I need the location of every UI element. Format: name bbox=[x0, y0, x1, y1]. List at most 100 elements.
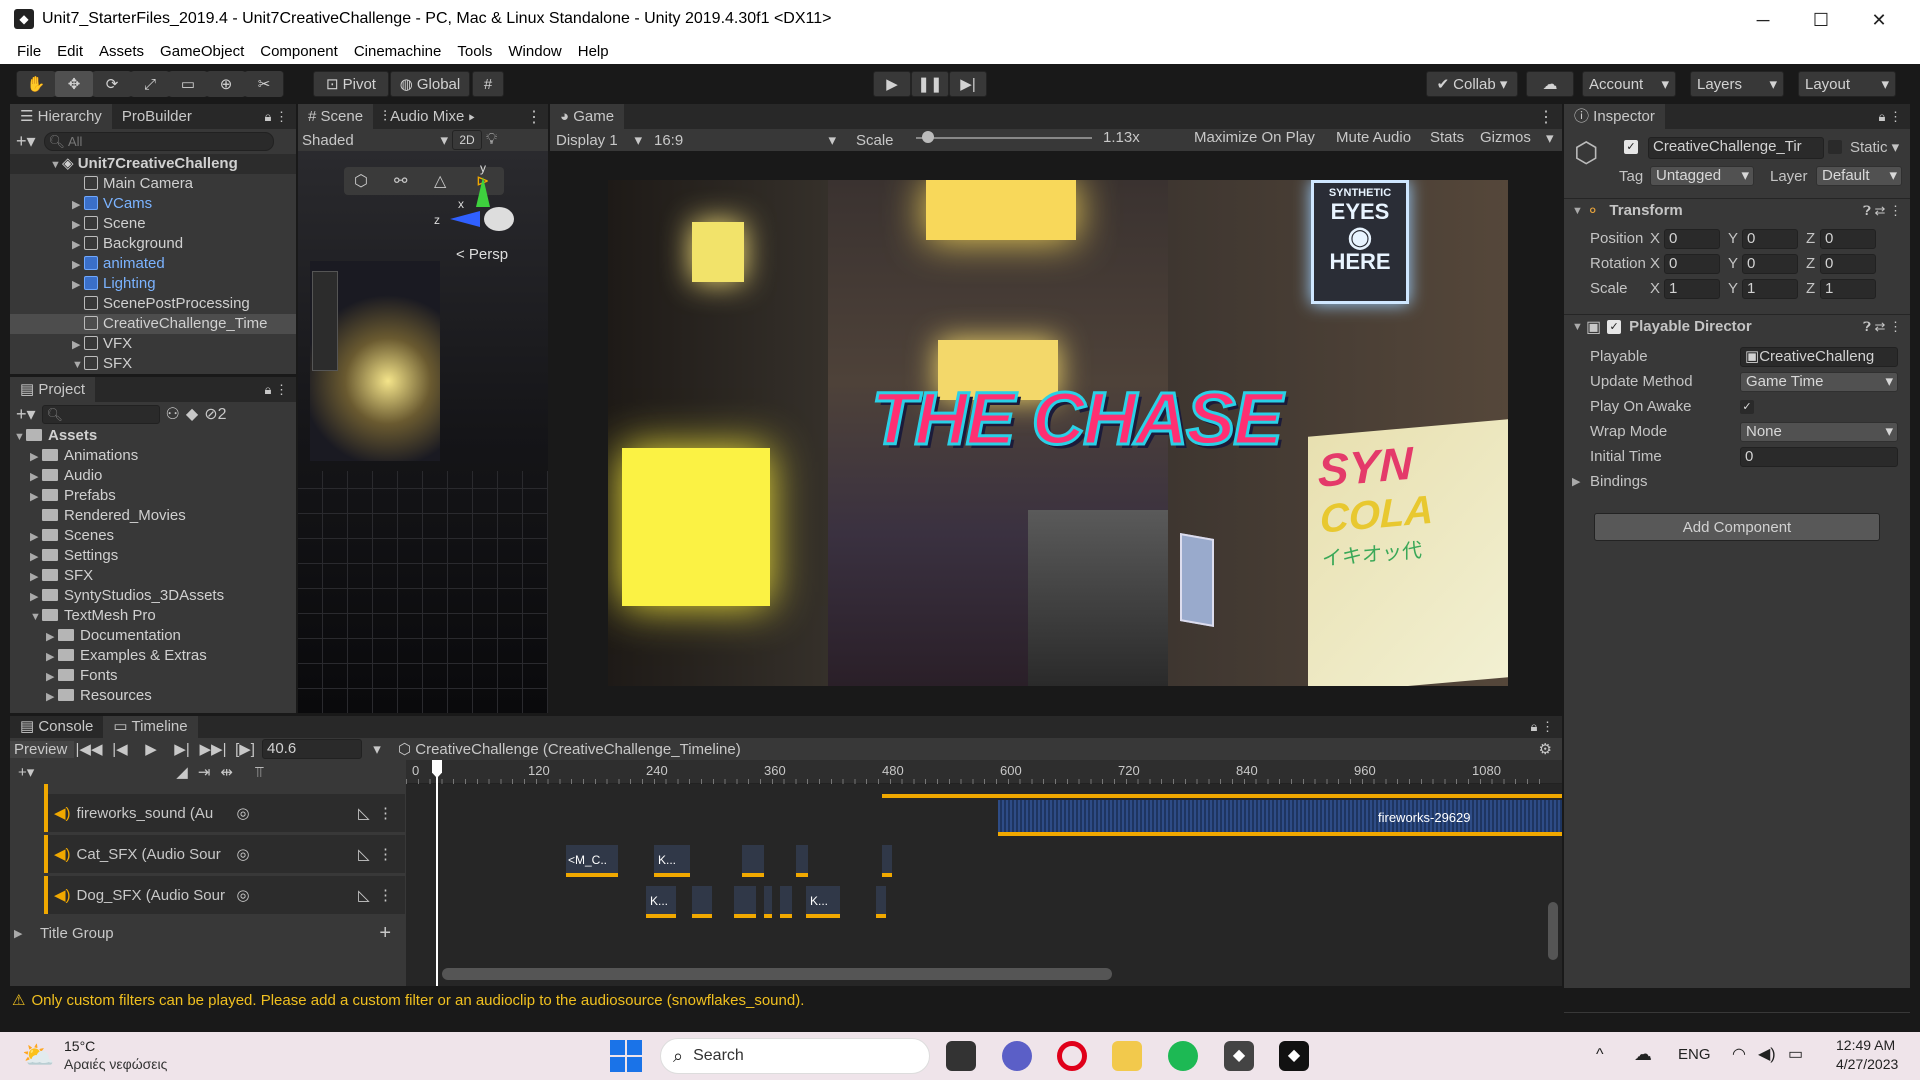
track-menu-icon[interactable]: ◺ ⋮ bbox=[358, 845, 393, 863]
rotation-y-field[interactable]: 0 bbox=[1742, 253, 1798, 274]
hierarchy-item[interactable]: ScenePostProcessing bbox=[10, 294, 296, 314]
hierarchy-item[interactable]: ▶ VCams bbox=[10, 194, 296, 214]
preview-toggle[interactable]: Preview bbox=[10, 740, 74, 758]
prev-frame-icon[interactable]: |◀ bbox=[104, 740, 136, 758]
custom-tool-icon[interactable]: ✂ bbox=[245, 71, 283, 97]
scale-y-field[interactable]: 1 bbox=[1742, 278, 1798, 299]
lock-icon[interactable]: 🔒︎ ⋮ bbox=[264, 109, 288, 125]
path-tool-icon[interactable]: ⚯ bbox=[394, 171, 407, 191]
edit-tool-icon[interactable]: △ bbox=[434, 171, 446, 191]
gizmos-dropdown[interactable]: Gizmos bbox=[1480, 129, 1531, 146]
scene-root[interactable]: ▼◈ Unit7CreativeChalleng bbox=[10, 154, 296, 174]
tab-project[interactable]: ▤ Project bbox=[10, 377, 96, 402]
weather-temp[interactable]: 15°C bbox=[64, 1038, 95, 1054]
edit-mode-icon[interactable]: ⇥ bbox=[198, 763, 211, 781]
stats-toggle[interactable]: Stats bbox=[1430, 129, 1464, 146]
hierarchy-item[interactable]: Main Camera bbox=[10, 174, 296, 194]
volume-icon[interactable]: ◀) bbox=[1758, 1044, 1776, 1064]
add-icon[interactable]: +▾ bbox=[16, 131, 36, 152]
clock-date[interactable]: 4/27/2023 bbox=[1836, 1056, 1898, 1072]
aspect-dropdown[interactable]: 16:9 ▾ bbox=[648, 131, 842, 150]
account-dropdown[interactable]: Account ▾ bbox=[1582, 71, 1676, 97]
cloud-icon[interactable]: ☁ bbox=[1526, 71, 1574, 97]
timeline-settings-icon[interactable]: ⚙ bbox=[1539, 740, 1552, 758]
menu-file[interactable]: File bbox=[9, 40, 49, 64]
static-checkbox[interactable] bbox=[1828, 140, 1842, 154]
hierarchy-item-selected[interactable]: CreativeChallenge_Time bbox=[10, 314, 296, 334]
taskbar-search[interactable]: ⌕ Search bbox=[660, 1038, 930, 1074]
hierarchy-search-input[interactable]: 🔍︎ All bbox=[43, 131, 274, 151]
gizmos-arrow-icon[interactable]: ▾ bbox=[1546, 129, 1554, 147]
scale-x-field[interactable]: 1 bbox=[1664, 278, 1720, 299]
layout-dropdown[interactable]: Layout ▾ bbox=[1798, 71, 1896, 97]
layer-dropdown[interactable]: Default ▾ bbox=[1816, 166, 1902, 186]
title-group-row[interactable]: ▶ Title Group + bbox=[10, 914, 405, 952]
display-dropdown[interactable]: Display 1 ▾ bbox=[550, 131, 648, 150]
menu-icon[interactable]: ⋮ bbox=[1538, 107, 1554, 127]
move-tool-icon[interactable]: ✥ bbox=[55, 71, 93, 97]
audio-clip-dog[interactable] bbox=[764, 886, 772, 918]
wrap-mode-dropdown[interactable]: None ▾ bbox=[1740, 421, 1898, 442]
position-x-field[interactable]: 0 bbox=[1664, 228, 1720, 249]
audio-clip-dog[interactable]: K... bbox=[646, 886, 676, 918]
toggle-2d-button[interactable]: 2D bbox=[452, 130, 482, 150]
tag-dropdown[interactable]: Untagged ▾ bbox=[1650, 166, 1754, 186]
rect-tool-icon[interactable]: ▭ bbox=[169, 71, 207, 97]
lock-icon[interactable]: 🔒︎ ⋮ bbox=[1878, 109, 1902, 125]
menu-component[interactable]: Component bbox=[252, 40, 346, 64]
scale-tool-icon[interactable]: ⤢ bbox=[131, 71, 169, 97]
add-track-icon[interactable]: +▾ bbox=[18, 763, 34, 781]
folder-item[interactable]: ▶ SyntyStudios_3DAssets bbox=[10, 586, 296, 606]
snap-icon[interactable]: ⫪ bbox=[255, 764, 263, 781]
initial-time-field[interactable]: 0 bbox=[1740, 446, 1898, 467]
playable-director-header[interactable]: ▼ ▣ ✓ Playable Director ❓︎ ⇄ ⋮ bbox=[1564, 314, 1910, 338]
target-icon[interactable]: ◎ bbox=[237, 804, 250, 822]
tab-console[interactable]: ▤ Console bbox=[10, 716, 103, 738]
tab-audio-mixer[interactable]: ⫶ Audio Mixe ▸ bbox=[373, 104, 485, 129]
play-on-awake-checkbox[interactable]: ✓ bbox=[1740, 399, 1754, 414]
position-y-field[interactable]: 0 bbox=[1742, 228, 1798, 249]
tab-inspector[interactable]: ⓘ Inspector bbox=[1564, 104, 1665, 129]
lock-icon[interactable]: 🔒︎ ⋮ bbox=[264, 382, 288, 398]
time-dropdown-icon[interactable]: ▾ bbox=[362, 740, 392, 758]
folder-item[interactable]: ▶ Settings bbox=[10, 546, 296, 566]
task-view-icon[interactable] bbox=[946, 1041, 976, 1071]
timeline-time-field[interactable]: 40.6 bbox=[262, 739, 362, 759]
folder-assets[interactable]: ▼ Assets bbox=[10, 426, 296, 446]
audio-clip-dog[interactable] bbox=[734, 886, 756, 918]
folder-item[interactable]: ▶ Animations bbox=[10, 446, 296, 466]
windows-start-icon[interactable] bbox=[610, 1040, 642, 1072]
tab-hierarchy[interactable]: ☰ Hierarchy bbox=[10, 104, 112, 129]
maximize-button[interactable]: ☐ bbox=[1792, 0, 1850, 40]
component-help-icon[interactable]: ❓︎ ⇄ ⋮ bbox=[1863, 203, 1902, 219]
add-component-button[interactable]: Add Component bbox=[1594, 513, 1880, 541]
folder-item[interactable]: ▼ TextMesh Pro bbox=[10, 606, 296, 626]
ripple-icon[interactable]: ⇹ bbox=[220, 763, 233, 781]
scale-z-field[interactable]: 1 bbox=[1820, 278, 1876, 299]
audio-clip-cat[interactable] bbox=[882, 845, 892, 877]
step-button[interactable]: ▶| bbox=[949, 71, 987, 97]
play-timeline-icon[interactable]: ▶ bbox=[136, 740, 166, 758]
layers-dropdown[interactable]: Layers ▾ bbox=[1690, 71, 1784, 97]
track-row[interactable]: ◀) fireworks_sound (Au ◎ ◺ ⋮ bbox=[44, 794, 405, 832]
view-cube-icon[interactable]: ⬡ bbox=[354, 171, 368, 191]
minimize-button[interactable]: ─ bbox=[1734, 0, 1792, 40]
gizmo-center[interactable] bbox=[484, 207, 514, 231]
battery-icon[interactable]: ▭ bbox=[1788, 1044, 1803, 1064]
bindings-foldout[interactable]: ▶ Bindings bbox=[1564, 469, 1910, 494]
folder-item[interactable]: ▶ SFX bbox=[10, 566, 296, 586]
range-icon[interactable]: [▶] bbox=[228, 740, 262, 758]
tab-timeline[interactable]: ▭ Timeline bbox=[103, 716, 198, 738]
time-ruler[interactable]: 0 120 240 360 480 600 720 840 960 1080 bbox=[406, 760, 1562, 784]
rotation-x-field[interactable]: 0 bbox=[1664, 253, 1720, 274]
opera-icon[interactable] bbox=[1057, 1041, 1087, 1071]
goto-start-icon[interactable]: |◀◀ bbox=[74, 740, 104, 758]
persp-label[interactable]: < Persp bbox=[456, 246, 508, 263]
active-checkbox[interactable]: ✓ bbox=[1624, 140, 1638, 154]
gizmo-z-axis[interactable] bbox=[450, 211, 480, 227]
static-dropdown[interactable]: Static ▾ bbox=[1850, 138, 1899, 156]
weather-desc[interactable]: Αραιές νεφώσεις bbox=[64, 1056, 167, 1072]
component-help-icon[interactable]: ❓︎ ⇄ ⋮ bbox=[1863, 319, 1902, 335]
scale-slider-track[interactable] bbox=[916, 137, 1092, 139]
target-icon[interactable]: ◎ bbox=[237, 845, 250, 863]
